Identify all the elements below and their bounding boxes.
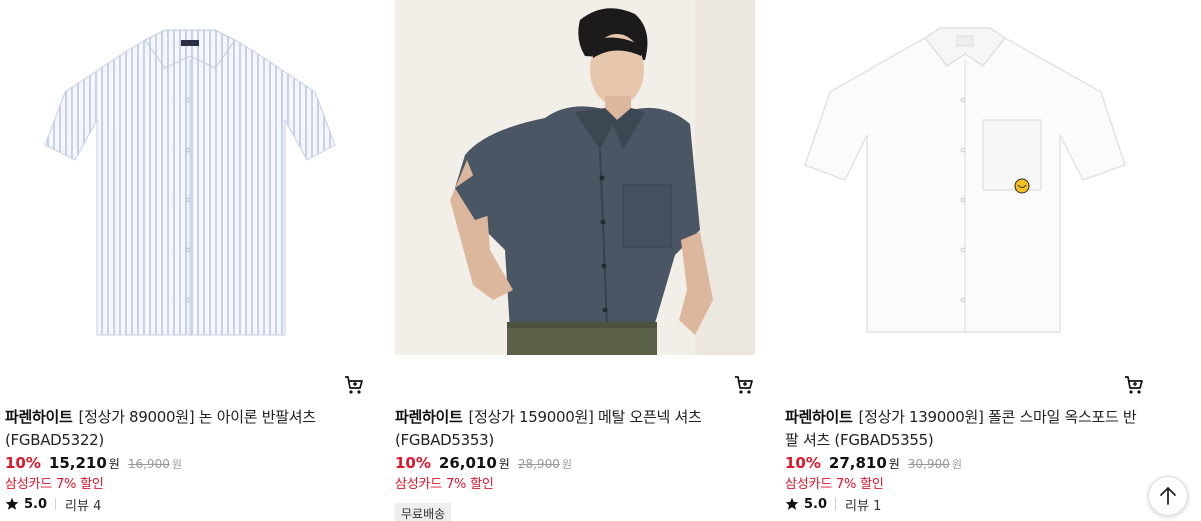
product-grid: 파렌하이트 [정상가 89000원] 논 아이론 반팔셔츠 (FGBAD5322)… [0, 0, 1201, 521]
star-icon [785, 497, 799, 510]
divider [835, 498, 837, 510]
card-discount: 삼성카드 7% 할인 [395, 477, 494, 492]
cart-add-icon [1125, 376, 1143, 394]
product-image[interactable] [785, 0, 1145, 355]
sale-price: 27,810 [828, 454, 887, 472]
original-price: 16,900 [127, 457, 170, 471]
discount-rate: 10% [395, 454, 431, 472]
card-discount: 삼성카드 7% 할인 [5, 477, 104, 492]
original-price: 30,900 [907, 457, 950, 471]
original-currency-unit: 원 [171, 458, 182, 471]
product-title[interactable]: 파렌하이트 [정상가 159000원] 메탈 오픈넥 셔츠 (FGBAD5353) [395, 406, 755, 452]
product-image[interactable] [395, 0, 755, 355]
price-row: 10% 27,810 원 30,900 원 [785, 454, 962, 474]
product-card[interactable]: 파렌하이트 [정상가 159000원] 메탈 오픈넥 셔츠 (FGBAD5353)… [395, 0, 755, 521]
currency-unit: 원 [498, 457, 510, 471]
rating-row: 5.0 리뷰 1 [785, 494, 881, 514]
product-card[interactable]: 파렌하이트 [정상가 89000원] 논 아이론 반팔셔츠 (FGBAD5322)… [5, 0, 365, 521]
add-to-cart-button[interactable] [343, 374, 365, 396]
sale-price: 15,210 [48, 454, 107, 472]
price-row: 10% 15,210 원 16,900 원 [5, 454, 182, 474]
product-image[interactable] [5, 0, 365, 355]
star-icon [5, 497, 19, 510]
original-currency-unit: 원 [561, 458, 572, 471]
cart-add-icon [345, 376, 363, 394]
add-to-cart-button[interactable] [1123, 374, 1145, 396]
sale-price: 26,010 [438, 454, 497, 472]
currency-unit: 원 [888, 457, 900, 471]
product-brand: 파렌하이트 [785, 408, 853, 426]
review-count[interactable]: 리뷰 4 [65, 495, 101, 514]
divider [55, 498, 57, 510]
rating-score: 5.0 [24, 496, 48, 512]
review-count[interactable]: 리뷰 1 [845, 495, 881, 514]
original-currency-unit: 원 [951, 458, 962, 471]
add-to-cart-button[interactable] [733, 374, 755, 396]
currency-unit: 원 [108, 457, 120, 471]
model-navy-shirt-image [395, 0, 755, 355]
product-card[interactable]: 파렌하이트 [정상가 139000원] 폴콘 스마일 옥스포드 반팔 셔츠 (FG… [785, 0, 1145, 521]
product-brand: 파렌하이트 [395, 408, 463, 426]
scroll-to-top-button[interactable] [1148, 476, 1188, 516]
product-title[interactable]: 파렌하이트 [정상가 89000원] 논 아이론 반팔셔츠 (FGBAD5322) [5, 406, 365, 452]
product-brand: 파렌하이트 [5, 408, 73, 426]
cart-add-icon [735, 376, 753, 394]
product-title[interactable]: 파렌하이트 [정상가 139000원] 폴콘 스마일 옥스포드 반팔 셔츠 (FG… [785, 406, 1145, 452]
rating-row: 5.0 리뷰 4 [5, 494, 101, 514]
original-price: 28,900 [517, 457, 560, 471]
striped-shirt-image [44, 29, 336, 336]
rating-score: 5.0 [804, 496, 828, 512]
discount-rate: 10% [5, 454, 41, 472]
free-shipping-badge: 무료배송 [395, 503, 452, 521]
card-discount: 삼성카드 7% 할인 [785, 477, 884, 492]
price-row: 10% 26,010 원 28,900 원 [395, 454, 572, 474]
arrow-up-icon [1160, 487, 1176, 505]
white-oxford-shirt-image [804, 27, 1126, 333]
discount-rate: 10% [785, 454, 821, 472]
